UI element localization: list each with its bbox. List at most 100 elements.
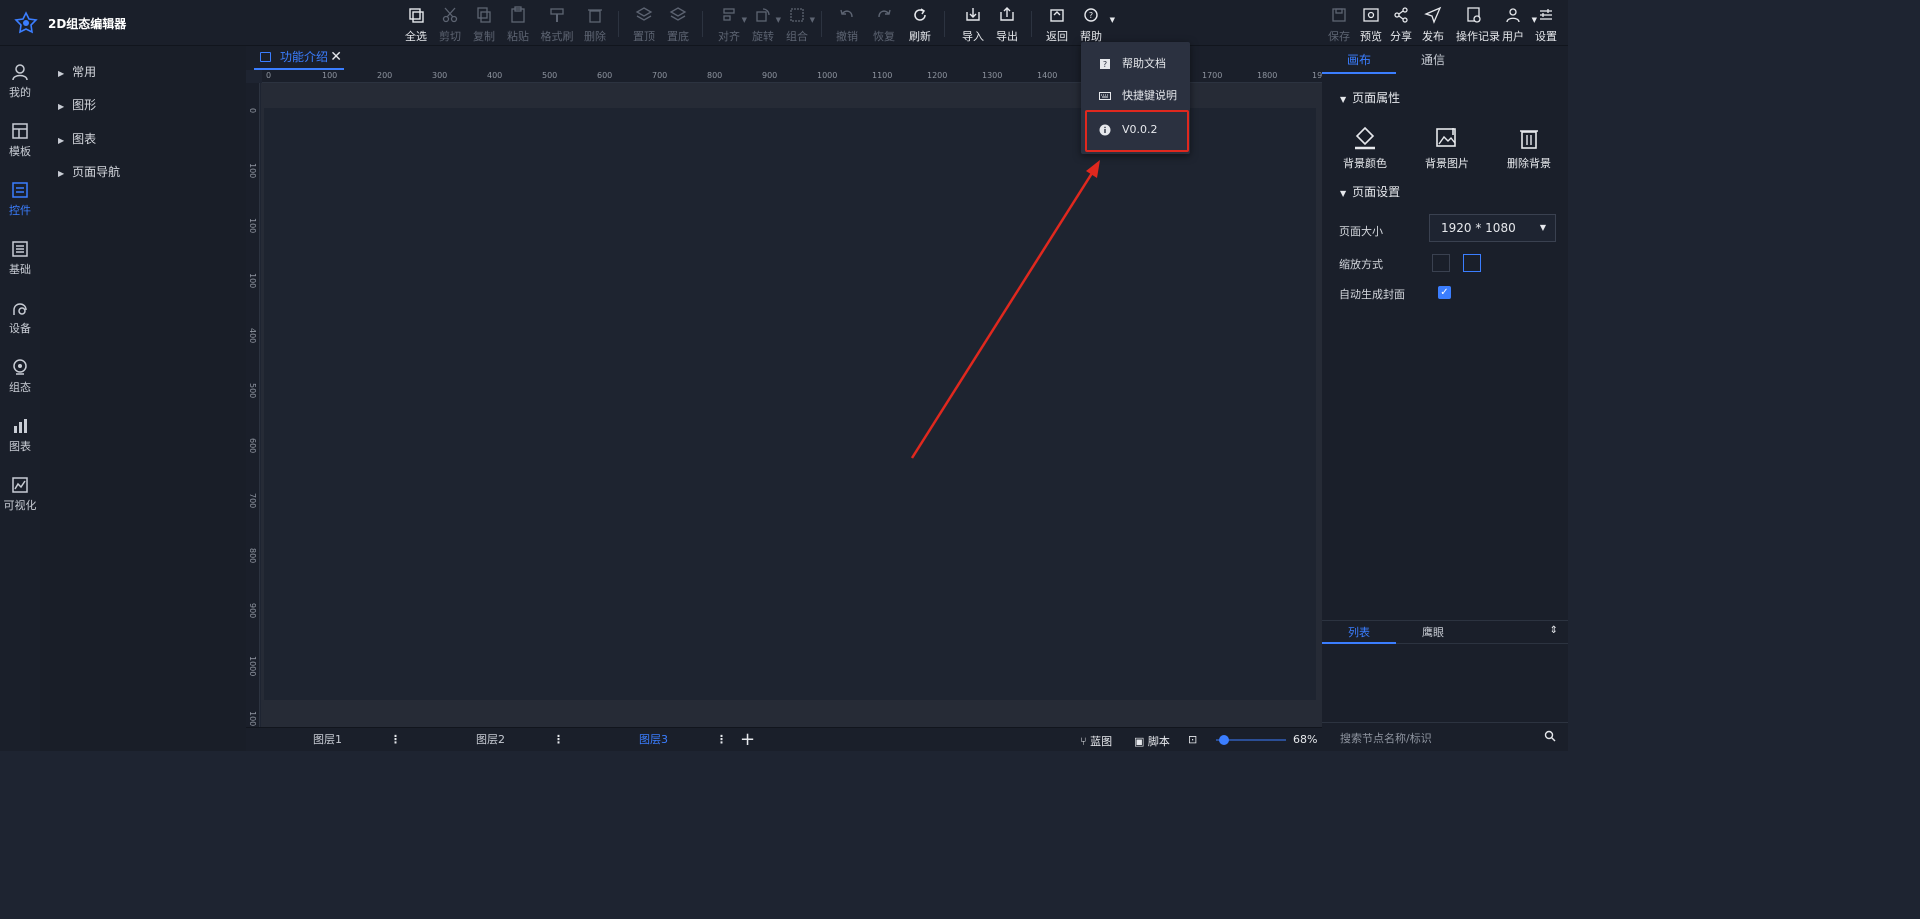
nav-item-controls[interactable]: 控件 (0, 180, 40, 238)
image-icon (260, 52, 271, 62)
nav-item-mine[interactable]: 我的 (0, 62, 40, 120)
rotate-icon (756, 8, 770, 22)
layer-top-icon (635, 7, 653, 21)
page-props-section[interactable]: ▼ 页面属性 (1340, 89, 1400, 106)
copy-button[interactable]: 复制 (466, 6, 502, 44)
component-tree: ▶ 常用 ▶ 图形 ▶ 图表 ▶ 页面导航 (40, 46, 246, 751)
node-search-input[interactable] (1340, 729, 1530, 747)
layer-bar: 图层1 ⋮ 图层2 ⋮ 图层3 ⋮ + ⑂ 蓝图 ▣ 脚本 ⊡ 68% (246, 727, 1322, 751)
canvas-page[interactable] (264, 108, 1316, 700)
refresh-button[interactable]: 刷新 (902, 6, 938, 44)
scale-fit-icon[interactable] (1432, 254, 1450, 272)
close-icon[interactable]: ✕ (330, 46, 342, 68)
export-button[interactable]: 导出 (989, 6, 1025, 44)
left-nav: 我的 模板 控件 基础 设备 组态 图表 可视化 (0, 46, 40, 751)
tab-list[interactable]: 列表 (1322, 621, 1396, 644)
nav-item-scada[interactable]: 组态 (0, 357, 40, 415)
nav-item-chart[interactable]: 图表 (0, 416, 40, 474)
publish-button[interactable]: 发布 (1415, 6, 1451, 44)
save-icon (1332, 8, 1346, 22)
ruler-tick-label: 1200 (927, 71, 948, 80)
help-button[interactable]: ? ▼ 帮助 (1073, 6, 1115, 44)
bg-image-button[interactable]: 背景图片 (1412, 126, 1482, 171)
tab-communication[interactable]: 通信 (1396, 46, 1470, 74)
user-button[interactable]: ▼ 用户 (1495, 6, 1537, 44)
select-all-button[interactable]: 全选 (398, 6, 434, 44)
import-button[interactable]: 导入 (955, 6, 991, 44)
send-bottom-button[interactable]: 置底 (660, 6, 696, 44)
zoom-level: 68% (1293, 733, 1318, 746)
help-icon: ? (1084, 8, 1098, 22)
layer-tab-2[interactable]: 图层2 ⋮ (409, 728, 572, 752)
search-icon[interactable] (1544, 730, 1556, 742)
blueprint-button[interactable]: ⑂ 蓝图 (1080, 733, 1112, 749)
ruler-tick-label: 700 (248, 493, 257, 509)
tab-canvas[interactable]: 画布 (1322, 46, 1396, 74)
bg-delete-button[interactable]: 删除背景 (1494, 126, 1564, 171)
tree-item-charts[interactable]: ▶ 图表 (58, 130, 96, 147)
share-icon (1394, 7, 1408, 23)
expand-collapse-icon[interactable]: ⇕ (1550, 625, 1558, 636)
more-icon[interactable]: ⋮ (716, 728, 727, 752)
cut-button[interactable]: 剪切 (432, 6, 468, 44)
menu-item-help-doc[interactable]: ? 帮助文档 (1081, 48, 1190, 80)
tree-item-shapes[interactable]: ▶ 图形 (58, 96, 96, 113)
nav-item-basic[interactable]: 基础 (0, 239, 40, 297)
group-icon (790, 8, 804, 22)
paste-button[interactable]: 粘贴 (500, 6, 536, 44)
more-icon[interactable]: ⋮ (390, 728, 401, 752)
caret-right-icon: ▶ (58, 169, 65, 178)
right-panel: 画布 通信 ▼ 页面属性 背景颜色 背景图片 删除背景 ▼ 页面设置 页面大小 19… (1322, 46, 1568, 751)
trash-icon (1520, 130, 1538, 149)
share-button[interactable]: 分享 (1383, 6, 1419, 44)
format-brush-button[interactable]: 格式刷 (539, 6, 575, 44)
align-button[interactable]: ▼ 对齐 (711, 6, 747, 44)
layer-bottom-icon (669, 7, 687, 21)
layer-tab-3[interactable]: 图层3 ⋮ (572, 728, 735, 752)
back-button[interactable]: 返回 (1039, 6, 1075, 44)
history-button[interactable]: 操作记录 (1456, 6, 1500, 44)
rotate-button[interactable]: ▼ 旋转 (745, 6, 781, 44)
nav-item-template[interactable]: 模板 (0, 121, 40, 179)
ruler-tick-label: 700 (652, 71, 668, 80)
fit-screen-button[interactable]: ⊡ (1188, 733, 1197, 746)
ruler-tick-label: 100 (322, 71, 338, 80)
page-size-select[interactable]: 1920 * 1080 ▼ (1429, 214, 1556, 242)
ruler-tick-label: 100 (248, 273, 257, 289)
tree-item-page-nav[interactable]: ▶ 页面导航 (58, 163, 120, 180)
ruler-tick-label: 100 (248, 218, 257, 234)
image-upload-icon (1436, 128, 1456, 147)
scissors-icon (442, 7, 458, 23)
ruler-tick-label: 1000 (817, 71, 838, 80)
format-brush-icon (550, 8, 564, 22)
group-button[interactable]: ▼ 组合 (779, 6, 815, 44)
settings-button[interactable]: 设置 (1528, 6, 1564, 44)
paste-icon (511, 6, 525, 23)
layer-tab-1[interactable]: 图层1 ⋮ (246, 728, 409, 752)
redo-button[interactable]: 恢复 (866, 6, 902, 44)
ruler-tick-label: 100 (248, 711, 257, 727)
nav-item-visual[interactable]: 可视化 (0, 475, 40, 533)
template-icon (12, 123, 28, 139)
script-button[interactable]: ▣ 脚本 (1134, 733, 1170, 749)
app-title: 2D组态编辑器 (48, 17, 127, 31)
page-settings-section[interactable]: ▼ 页面设置 (1340, 183, 1400, 200)
zoom-slider-handle[interactable] (1219, 735, 1229, 745)
more-icon[interactable]: ⋮ (553, 728, 564, 752)
auto-cover-checkbox[interactable]: ✓ (1438, 286, 1451, 299)
menu-item-version[interactable]: V0.0.2 (1081, 114, 1190, 146)
bg-color-button[interactable]: 背景颜色 (1330, 126, 1400, 171)
ruler-tick-label: 600 (597, 71, 613, 80)
tab-feature-intro[interactable]: 功能介绍 ✕ (254, 46, 344, 70)
device-icon (13, 303, 27, 315)
add-layer-button[interactable]: + (740, 729, 755, 750)
tree-item-common[interactable]: ▶ 常用 (58, 63, 96, 80)
menu-item-shortcuts[interactable]: 快捷键说明 (1081, 80, 1190, 112)
save-button[interactable]: 保存 (1321, 6, 1357, 44)
tab-eagle-eye[interactable]: 鹰眼 (1396, 621, 1470, 644)
undo-button[interactable]: 撤销 (829, 6, 865, 44)
nav-item-device[interactable]: 设备 (0, 298, 40, 356)
bring-top-button[interactable]: 置顶 (626, 6, 662, 44)
delete-button[interactable]: 删除 (577, 6, 613, 44)
scale-stretch-icon[interactable] (1463, 254, 1481, 272)
